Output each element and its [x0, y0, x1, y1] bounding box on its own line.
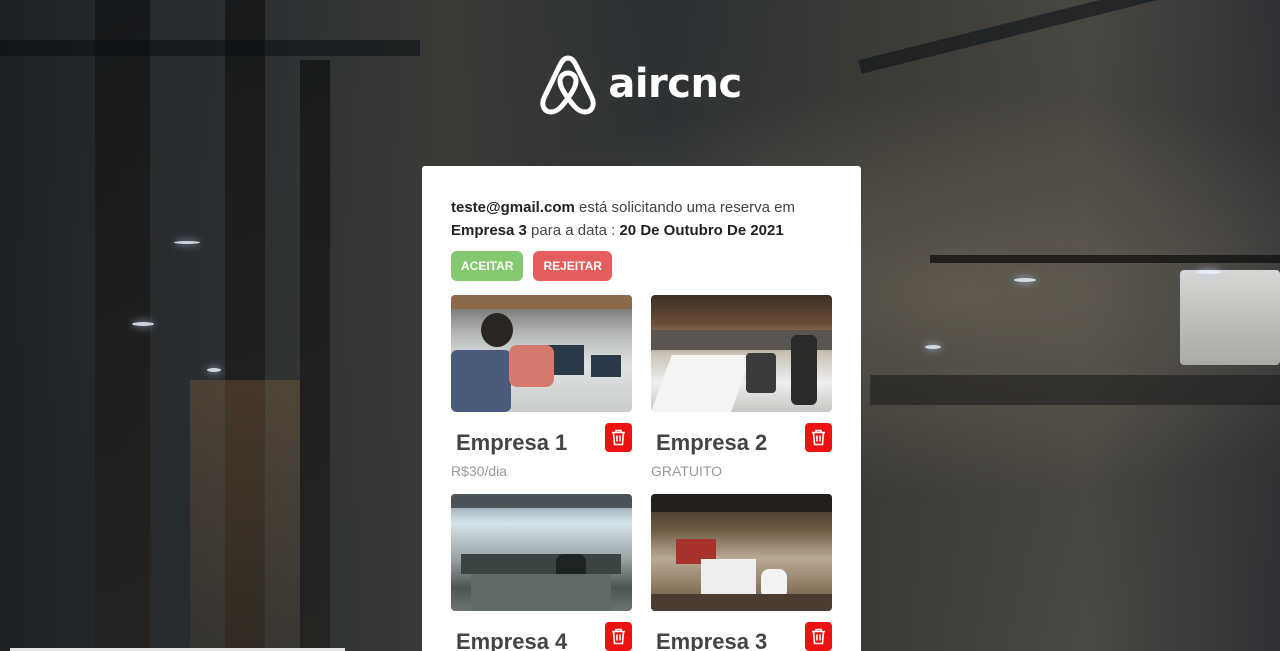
- spot-title: Empresa 2: [656, 430, 768, 455]
- request-email: teste@gmail.com: [451, 199, 575, 216]
- brand-name: aircnc: [608, 61, 742, 107]
- spot-thumbnail: [451, 494, 632, 611]
- reject-button[interactable]: REJEITAR: [533, 251, 612, 281]
- brand-logo: aircnc: [0, 52, 1280, 116]
- request-text-1: está solicitando uma reserva em: [574, 199, 795, 216]
- spot-thumbnail: [651, 494, 832, 611]
- request-actions: ACEITAR REJEITAR: [451, 251, 832, 281]
- spot-title: Empresa 4: [456, 629, 568, 651]
- spot-card: Empresa 3: [651, 494, 832, 651]
- delete-button[interactable]: [605, 622, 632, 651]
- delete-button[interactable]: [805, 622, 832, 651]
- request-text-2: para a data :: [526, 222, 620, 239]
- delete-button[interactable]: [605, 423, 632, 452]
- spot-card: Empresa 2 GRATUITO: [651, 295, 832, 479]
- trash-icon: [612, 429, 625, 446]
- spot-title: Empresa 3: [656, 629, 768, 651]
- spot-thumbnail: [451, 295, 632, 412]
- main-card: teste@gmail.com está solicitando uma res…: [422, 166, 861, 651]
- trash-icon: [612, 628, 625, 645]
- spot-price: R$30/dia: [451, 463, 508, 479]
- request-spot: Empresa 3: [451, 222, 527, 239]
- spot-thumbnail: [651, 295, 832, 412]
- spot-card: Empresa 1 R$30/dia: [451, 295, 632, 479]
- delete-button[interactable]: [805, 423, 832, 452]
- booking-request-text: teste@gmail.com está solicitando uma res…: [451, 196, 832, 242]
- trash-icon: [812, 429, 825, 446]
- spot-price: GRATUITO: [651, 463, 723, 479]
- accept-button[interactable]: ACEITAR: [451, 251, 524, 281]
- spot-card: Empresa 4: [451, 494, 632, 651]
- spot-list: Empresa 1 R$30/dia Empresa 2 GRATUITO Em…: [451, 295, 832, 651]
- spot-title: Empresa 1: [456, 430, 568, 455]
- request-date: 20 De Outubro De 2021: [619, 222, 784, 239]
- airbnb-belo-icon: [540, 55, 596, 115]
- trash-icon: [812, 628, 825, 645]
